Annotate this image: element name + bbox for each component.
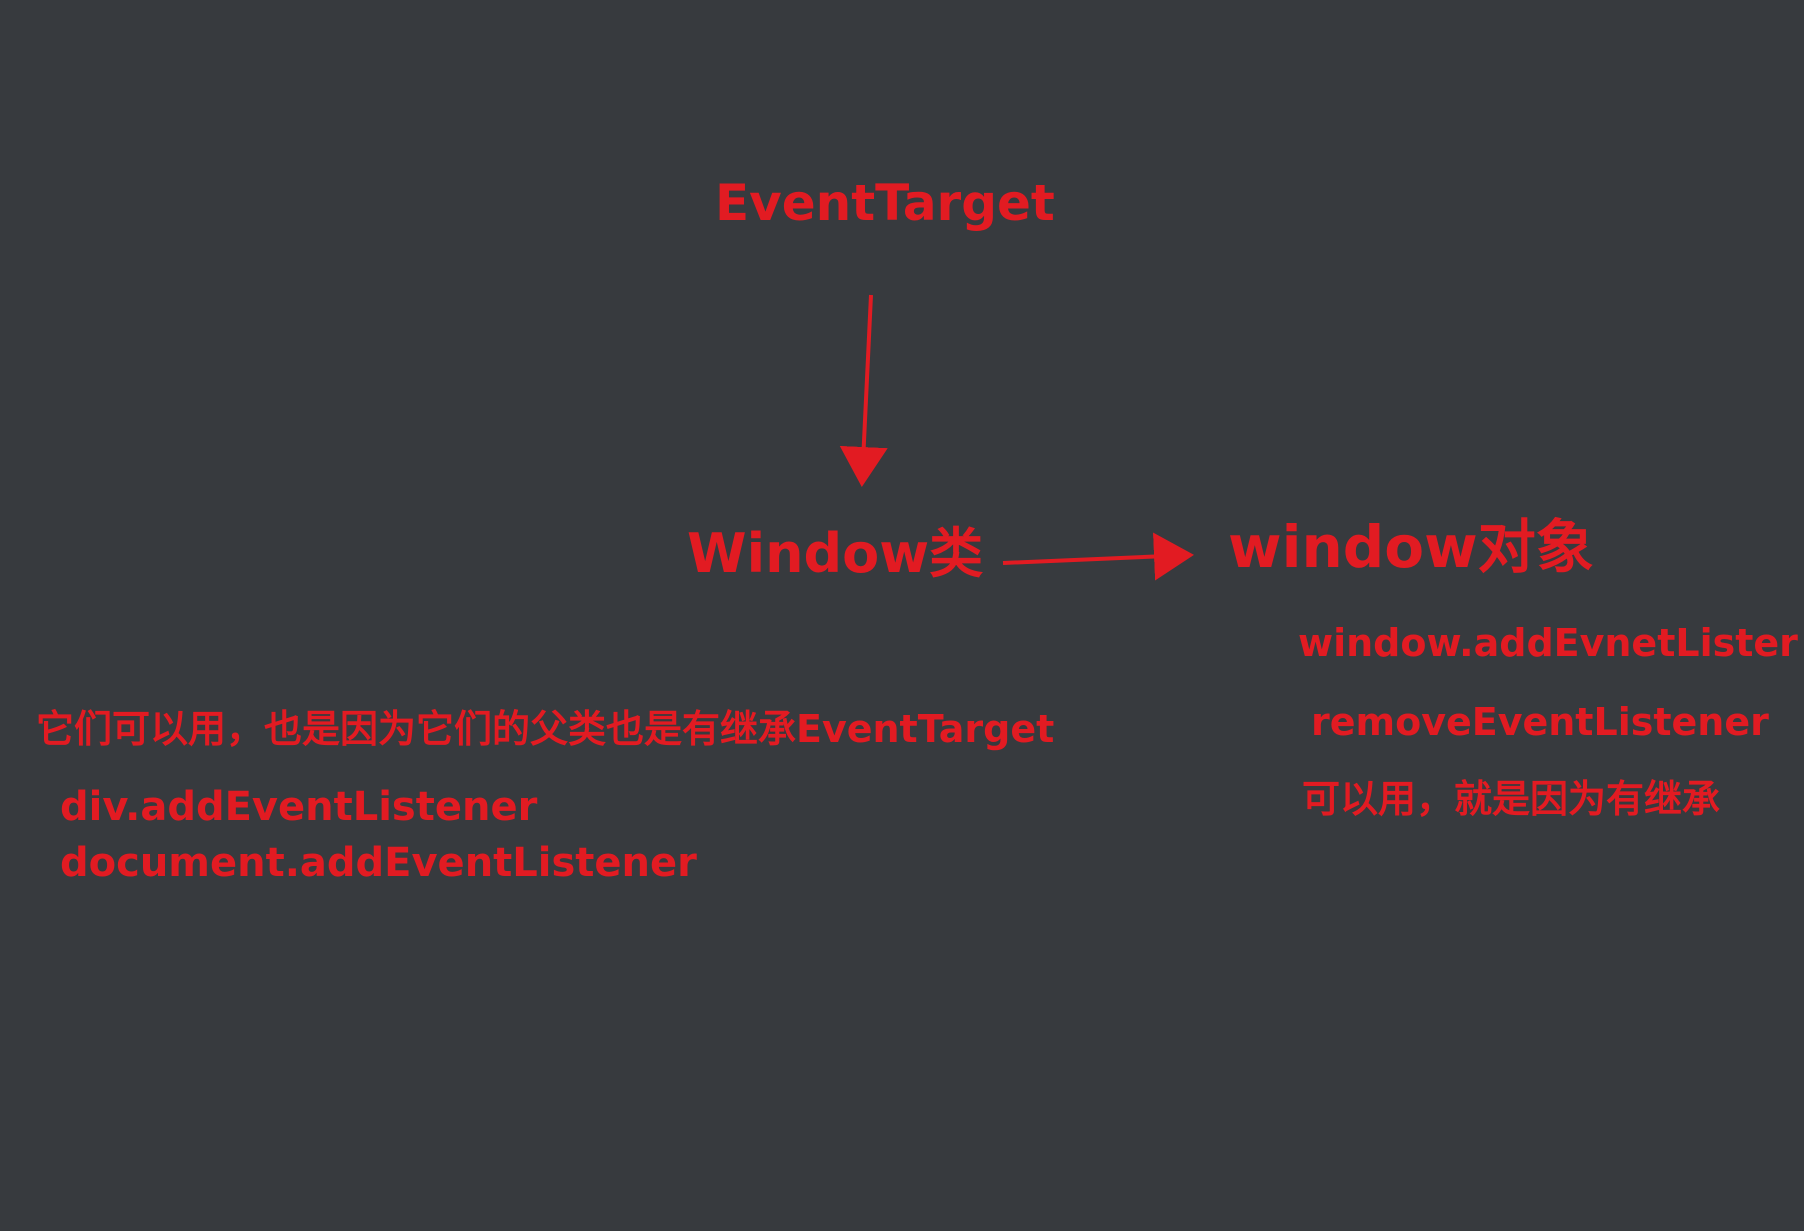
arrow-window-class-to-window-object [1002,532,1194,581]
node-window-class: Window类 [687,522,984,585]
node-eventtarget: EventTarget [715,174,1055,232]
note-window-add: window.addEvnetLister [1298,621,1798,665]
arrow-eventtarget-to-window-class [839,294,888,487]
diagram-canvas: EventTarget Window类 window对象 它们可以用，也是因为它… [0,0,1804,1231]
note-remove-event-listener: removeEventListener [1311,700,1769,744]
note-parent-inherit: 它们可以用，也是因为它们的父类也是有继承EventTarget [36,707,1055,751]
note-because-inherit: 可以用，就是因为有继承 [1302,777,1721,821]
node-window-object: window对象 [1228,513,1594,581]
note-div-add: div.addEventListener [60,784,538,830]
note-document-add: document.addEventListener [60,840,697,886]
